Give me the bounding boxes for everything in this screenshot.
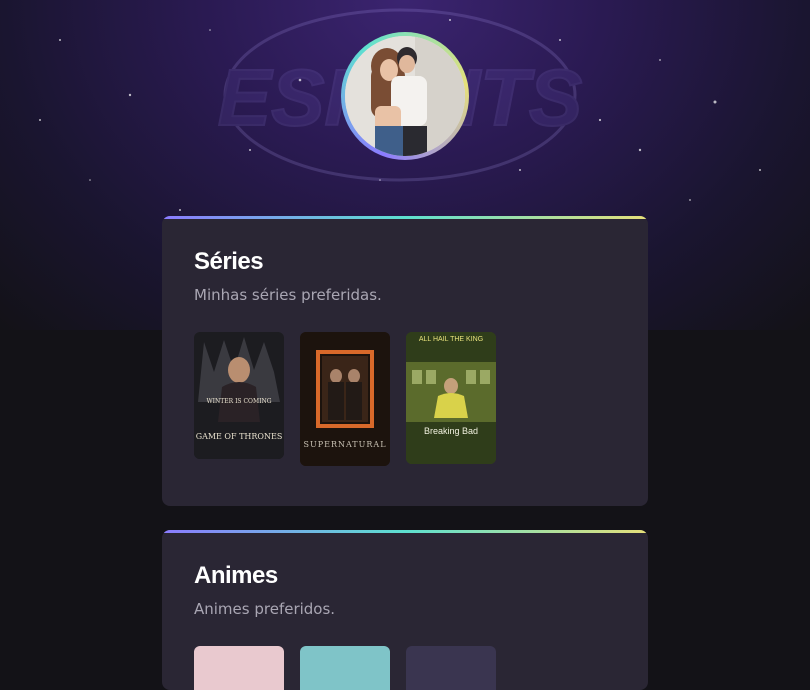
avatar-image bbox=[345, 36, 465, 156]
section-animes: Animes Animes preferidos. bbox=[162, 530, 648, 690]
section-series: Séries Minhas séries preferidas. WINTER … bbox=[162, 216, 648, 506]
section-subtitle: Animes preferidos. bbox=[194, 600, 336, 618]
poster-tagline: WINTER IS COMING bbox=[206, 398, 272, 405]
poster-anime-1[interactable] bbox=[194, 646, 284, 690]
poster-anime-2[interactable] bbox=[300, 646, 390, 690]
poster-supernatural[interactable]: SUPERNATURAL bbox=[300, 332, 390, 466]
poster-breaking-bad[interactable]: ALL HAIL THE KING Breaking Bad bbox=[406, 332, 496, 464]
poster-title: Breaking Bad bbox=[423, 426, 479, 436]
poster-title: SUPERNATURAL bbox=[303, 440, 387, 449]
section-title: Séries bbox=[194, 248, 264, 275]
poster-title: GAME OF THRONES bbox=[195, 432, 283, 441]
section-title: Animes bbox=[194, 562, 278, 589]
poster-anime-3[interactable] bbox=[406, 646, 496, 690]
poster-tagline: ALL HAIL THE KING bbox=[418, 336, 484, 343]
section-subtitle: Minhas séries preferidas. bbox=[194, 286, 382, 304]
profile-avatar[interactable] bbox=[341, 32, 469, 160]
poster-game-of-thrones[interactable]: WINTER IS COMING GAME OF THRONES bbox=[194, 332, 284, 459]
